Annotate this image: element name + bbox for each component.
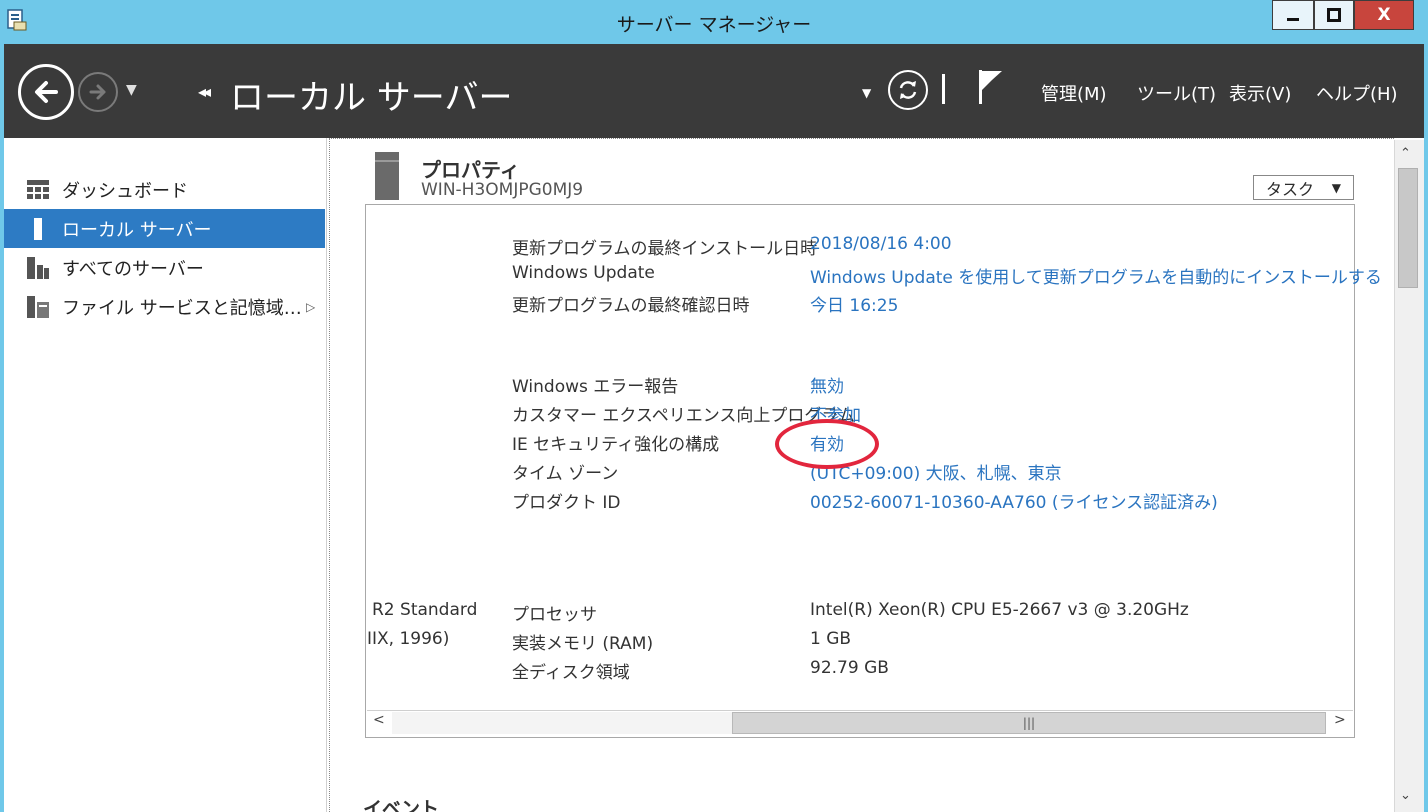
menu-tools[interactable]: ツール(T)	[1137, 80, 1216, 106]
minimize-icon	[1287, 18, 1299, 21]
file-services-icon	[27, 295, 49, 318]
annotation-highlight-circle	[775, 419, 879, 469]
window-title: サーバー マネージャー	[616, 14, 812, 36]
scroll-down-icon[interactable]: ⌄	[1400, 788, 1411, 803]
title-bar: サーバー マネージャー	[0, 0, 1428, 44]
prop-value-error-reporting[interactable]: 無効	[810, 372, 844, 397]
os-copyright-text: IIX, 1996)	[367, 629, 450, 649]
prop-label-ram: 実装メモリ (RAM)	[512, 634, 654, 654]
prop-label-processor: プロセッサ	[512, 605, 597, 625]
history-dropdown-icon[interactable]: ▼	[126, 82, 137, 98]
prop-label-last-install: 更新プログラムの最終インストール日時	[512, 239, 818, 259]
prop-label-disk: 全ディスク領域	[512, 663, 630, 683]
prop-label-last-check: 更新プログラムの最終確認日時	[512, 296, 750, 316]
notifications-flag-icon[interactable]	[976, 68, 1006, 106]
chevron-down-icon: ▼	[1331, 180, 1341, 195]
tasks-dropdown[interactable]: タスク ▼	[1253, 175, 1354, 200]
server-properties-icon	[375, 152, 399, 200]
expand-arrow-icon[interactable]: ▷	[306, 300, 315, 314]
breadcrumb-dropdown-icon[interactable]: ▼	[862, 86, 871, 100]
events-section-title: イベント	[363, 798, 440, 812]
close-button[interactable]: X	[1354, 0, 1414, 30]
refresh-icon	[899, 81, 917, 99]
sidebar-item-dashboard[interactable]: ダッシュボード	[4, 170, 325, 209]
dashboard-icon	[27, 179, 49, 199]
sidebar-item-label: ダッシュボード	[62, 180, 188, 202]
local-server-icon	[34, 217, 42, 240]
sidebar-item-label: ローカル サーバー	[62, 219, 212, 241]
all-servers-icon	[27, 256, 49, 279]
forward-button[interactable]	[78, 72, 118, 112]
maximize-button[interactable]	[1314, 0, 1354, 30]
sidebar-item-file-services[interactable]: ファイル サービスと記憶域… ▷	[4, 287, 325, 326]
window-frame-right	[1424, 138, 1428, 812]
prop-value-last-install[interactable]: 2018/08/16 4:00	[810, 234, 952, 254]
sidebar-item-local-server[interactable]: ローカル サーバー	[4, 209, 325, 248]
breadcrumb-arrows-icon: ◂◂	[198, 82, 211, 101]
horizontal-scroll-thumb[interactable]: |||	[732, 712, 1326, 734]
prop-value-processor: Intel(R) Xeon(R) CPU E5-2667 v3 @ 3.20GH…	[810, 600, 1189, 620]
prop-value-product-id[interactable]: 00252-60071-10360-AA760 (ライセンス認証済み)	[810, 488, 1218, 513]
prop-label-time-zone: タイム ゾーン	[512, 464, 619, 484]
refresh-button[interactable]	[888, 70, 928, 110]
maximize-icon	[1327, 8, 1341, 22]
header-separator	[942, 74, 945, 104]
server-hostname: WIN-H3OMJPG0MJ9	[421, 180, 584, 200]
forward-arrow-icon	[89, 84, 106, 100]
sidebar-item-all-servers[interactable]: すべてのサーバー	[4, 248, 325, 287]
prop-value-ram: 1 GB	[810, 629, 852, 649]
menu-manage[interactable]: 管理(M)	[1041, 80, 1107, 106]
prop-label-windows-update: Windows Update	[512, 263, 655, 283]
prop-label-error-reporting: Windows エラー報告	[512, 377, 679, 397]
prop-value-last-check[interactable]: 今日 16:25	[810, 291, 898, 316]
prop-value-disk: 92.79 GB	[810, 658, 889, 678]
back-arrow-icon	[35, 81, 58, 103]
vertical-scroll-thumb[interactable]	[1398, 168, 1418, 288]
menu-view[interactable]: 表示(V)	[1229, 80, 1291, 106]
scroll-up-icon[interactable]: ⌃	[1400, 146, 1411, 161]
close-icon: X	[1377, 5, 1391, 25]
sidebar-item-label: すべてのサーバー	[62, 258, 204, 280]
properties-title: プロパティ	[421, 158, 520, 182]
scroll-right-icon[interactable]: >	[1334, 712, 1346, 728]
sidebar-item-label: ファイル サービスと記憶域…	[62, 297, 302, 319]
scroll-left-icon[interactable]: <	[373, 712, 385, 728]
header-bar: ▼ ◂◂ ローカル サーバー ▼ 管理(M) ツール(T) 表示(V) ヘルプ(…	[0, 44, 1428, 138]
prop-label-product-id: プロダクト ID	[512, 493, 621, 513]
menu-help[interactable]: ヘルプ(H)	[1316, 80, 1398, 106]
horizontal-scroll-track[interactable]	[392, 712, 732, 734]
sidebar: ダッシュボード ローカル サーバー すべてのサーバー ファイル サービスと記憶域…	[4, 138, 327, 812]
tasks-label: タスク	[1266, 179, 1315, 199]
os-edition-text: R2 Standard	[372, 600, 478, 620]
page-title: ローカル サーバー	[230, 78, 513, 118]
back-button[interactable]	[18, 64, 74, 120]
prop-value-windows-update[interactable]: Windows Update を使用して更新プログラムを自動的にインストールする	[810, 263, 1382, 288]
prop-label-ie-esc: IE セキュリティ強化の構成	[512, 435, 720, 455]
minimize-button[interactable]	[1272, 0, 1314, 30]
